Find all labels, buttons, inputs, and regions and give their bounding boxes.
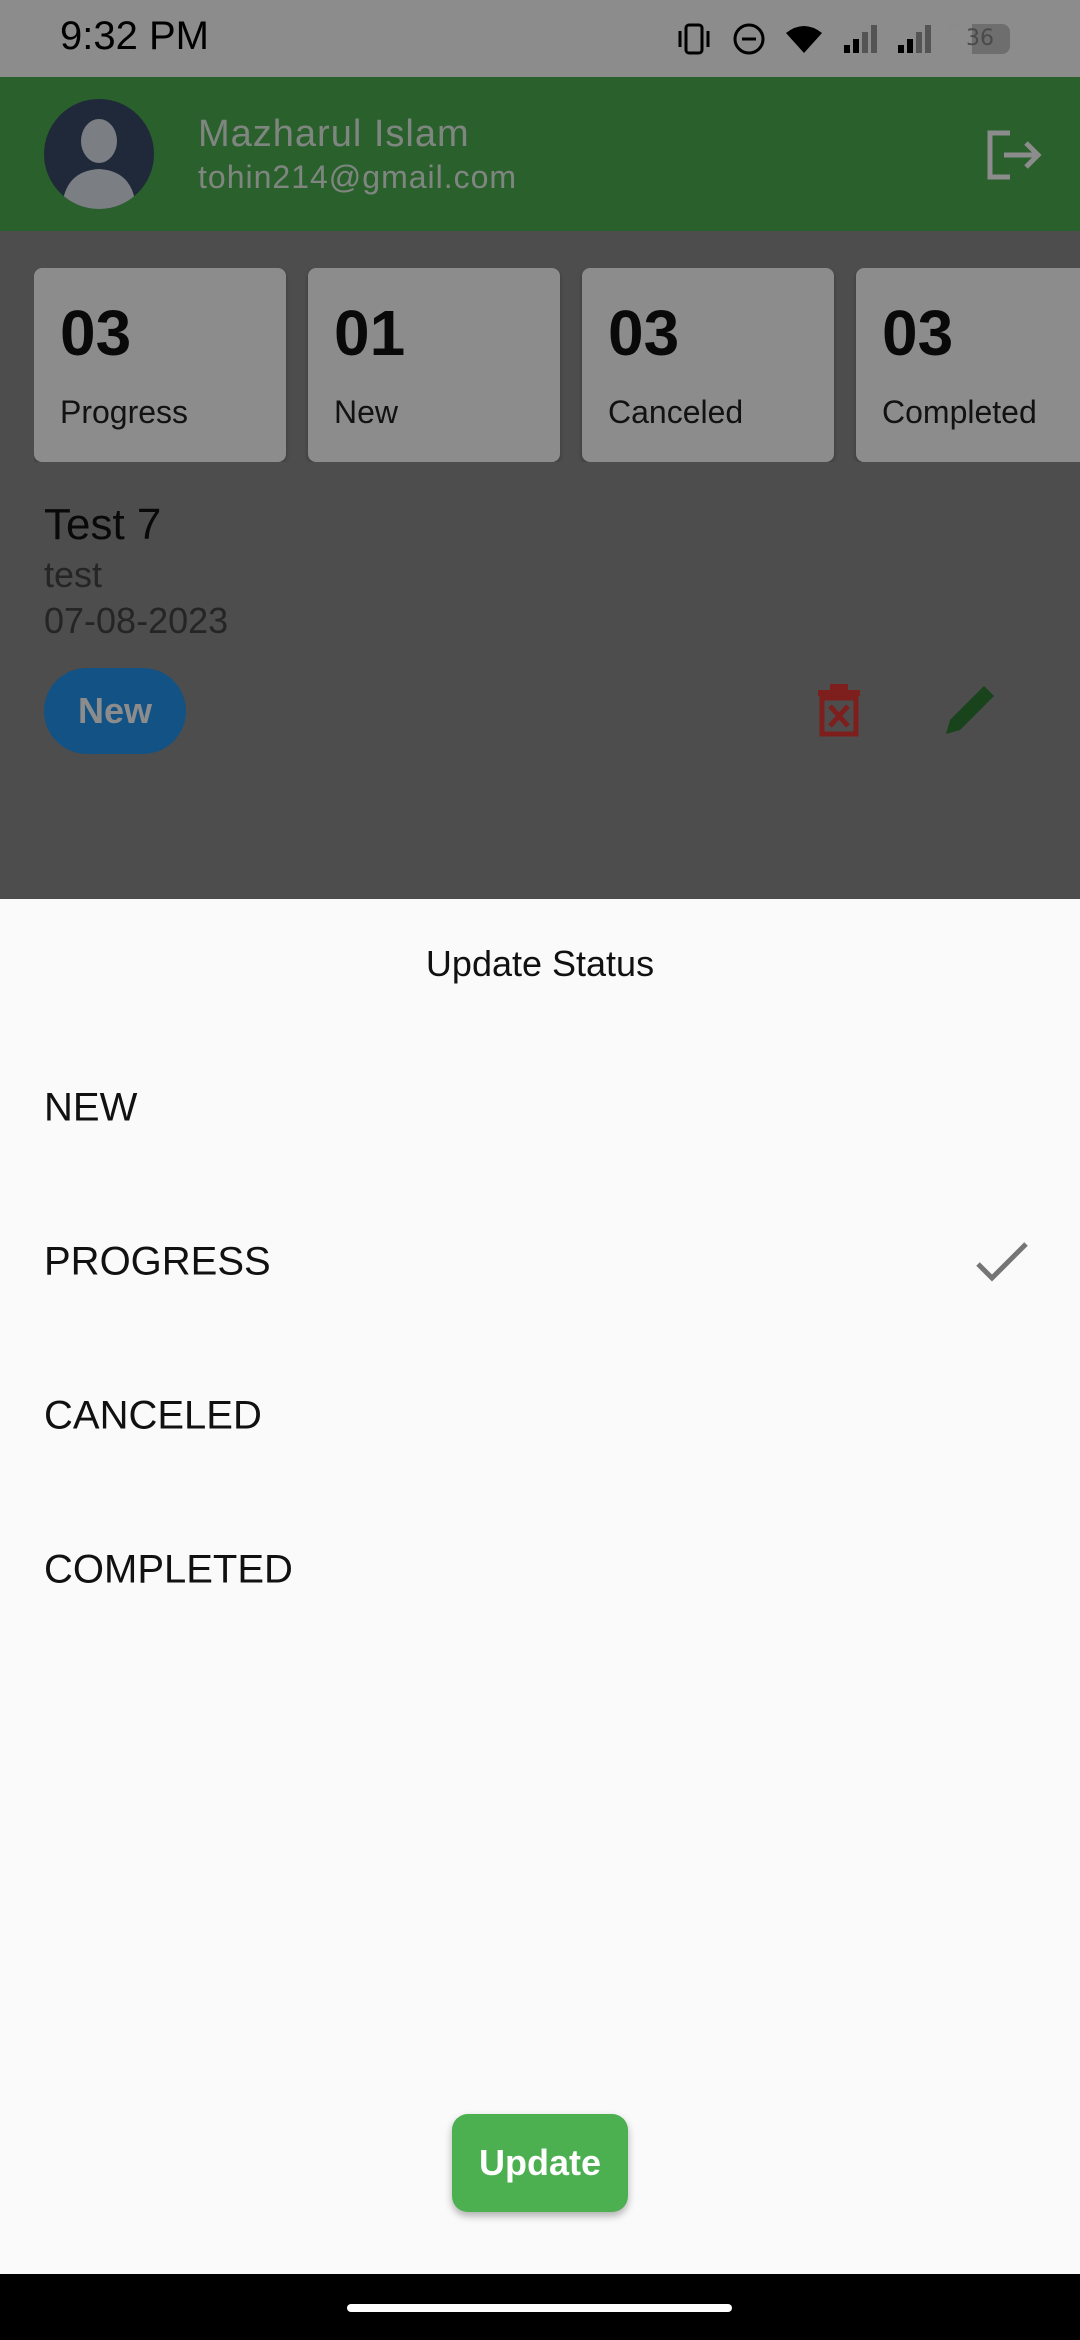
modal-scrim[interactable] [0, 0, 1080, 900]
status-option-label: CANCELED [44, 1393, 262, 1438]
status-option-new[interactable]: NEW [0, 1031, 1080, 1185]
status-option-completed[interactable]: COMPLETED [0, 1493, 1080, 1647]
status-option-progress[interactable]: PROGRESS [0, 1185, 1080, 1339]
status-option-label: COMPLETED [44, 1547, 293, 1592]
status-option-label: PROGRESS [44, 1239, 271, 1284]
status-option-label: NEW [44, 1085, 138, 1130]
sheet-title: Update Status [425, 943, 655, 984]
update-status-sheet: Update Status NEW PROGRESS CANCELED COMP… [0, 899, 1080, 2274]
update-button[interactable]: Update [452, 2114, 628, 2212]
home-indicator[interactable] [347, 2304, 732, 2312]
navigation-bar [0, 2274, 1080, 2340]
check-icon [976, 1242, 1028, 1282]
status-option-canceled[interactable]: CANCELED [0, 1339, 1080, 1493]
